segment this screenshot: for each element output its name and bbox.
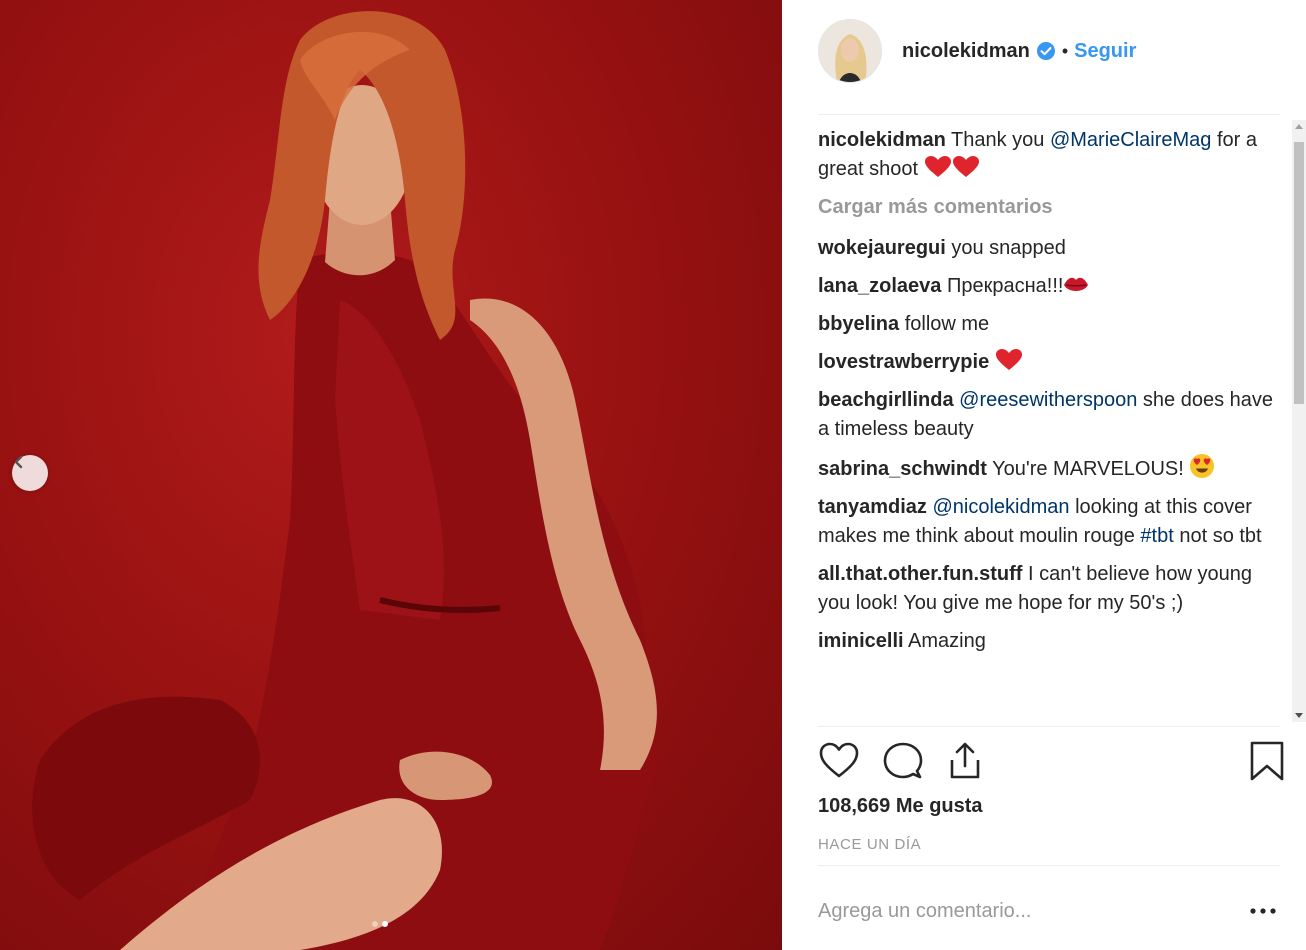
header-separator: • — [1061, 40, 1069, 61]
carousel-indicator — [372, 921, 388, 927]
hashtag-link[interactable]: #tbt — [1140, 525, 1173, 547]
scroll-up-arrow-icon[interactable] — [1295, 124, 1303, 129]
comment: all.that.other.fun.stuff I can't believe… — [818, 560, 1280, 618]
caption: nicolekidman Thank you @MarieClaireMag f… — [818, 126, 1280, 184]
comment-text: Прекрасна!!! — [946, 275, 1064, 297]
caption-text: Thank you — [951, 129, 1045, 151]
save-bookmark-icon[interactable] — [1246, 740, 1288, 782]
comment: beachgirllinda @reesewitherspoon she doe… — [818, 386, 1280, 444]
comment-text: not so tbt — [1179, 525, 1262, 547]
divider — [818, 114, 1280, 115]
carousel-prev-button[interactable] — [12, 455, 48, 491]
comment-text: You're MARVELOUS! — [992, 458, 1184, 480]
more-options-icon[interactable] — [1248, 900, 1278, 922]
post-side-panel: nicolekidman • Seguir nicolekidman Thank… — [782, 0, 1306, 950]
carousel-dot-active — [382, 921, 388, 927]
avatar[interactable] — [818, 19, 882, 83]
comment-username[interactable]: lovestrawberrypie — [818, 351, 989, 373]
red-heart-icon — [952, 156, 979, 177]
divider — [818, 865, 1280, 866]
comment-username[interactable]: sabrina_schwindt — [818, 458, 987, 480]
like-heart-icon[interactable] — [818, 740, 860, 782]
comment-username[interactable]: nicolekidman — [818, 129, 946, 151]
mention-link[interactable]: @nicolekidman — [933, 496, 1070, 518]
follow-button[interactable]: Seguir — [1074, 40, 1136, 63]
comment-username[interactable]: beachgirllinda — [818, 389, 954, 411]
heart-eyes-icon — [1190, 454, 1215, 478]
comment: wokejauregui you snapped — [818, 234, 1280, 263]
avatar-image — [819, 20, 881, 82]
red-heart-icon — [924, 156, 951, 177]
verified-badge-icon — [1036, 42, 1055, 60]
comment-username[interactable]: tanyamdiaz — [818, 496, 927, 518]
comment-username[interactable]: bbyelina — [818, 313, 899, 335]
post-photo[interactable] — [0, 0, 782, 950]
comment-text: you snapped — [951, 237, 1066, 259]
comments-scrollbar[interactable] — [1292, 120, 1306, 722]
red-heart-icon — [995, 349, 1022, 370]
post-header: nicolekidman • Seguir — [818, 16, 1280, 86]
mention-link[interactable]: @MarieClaireMag — [1050, 129, 1211, 151]
post-timestamp: HACE UN DÍA — [818, 836, 922, 853]
add-comment-input[interactable]: Agrega un comentario... — [818, 900, 1218, 923]
carousel-dot — [372, 921, 378, 927]
mention-link[interactable]: @reesewitherspoon — [959, 389, 1137, 411]
comment-username[interactable]: lana_zolaeva — [818, 275, 941, 297]
kiss-lips-icon — [1064, 277, 1089, 291]
comment-username[interactable]: iminicelli — [818, 630, 904, 652]
chevron-left-icon — [14, 455, 23, 469]
comment: bbyelina follow me — [818, 310, 1280, 339]
divider — [818, 726, 1280, 727]
comment-username[interactable]: wokejauregui — [818, 237, 946, 259]
comment: lovestrawberrypie — [818, 348, 1280, 377]
comments-list: nicolekidman Thank you @MarieClaireMag f… — [818, 126, 1280, 723]
photo-illustration — [32, 11, 660, 950]
share-icon[interactable] — [944, 740, 986, 782]
comment-username[interactable]: all.that.other.fun.stuff — [818, 563, 1022, 585]
like-count[interactable]: 108,669 Me gusta — [818, 795, 983, 818]
comment-bubble-icon[interactable] — [882, 740, 924, 782]
comment: lana_zolaeva Прекрасна!!! — [818, 272, 1280, 301]
scrollbar-thumb[interactable] — [1294, 142, 1304, 404]
comment: iminicelli Amazing — [818, 627, 1280, 656]
comment: sabrina_schwindt You're MARVELOUS! — [818, 453, 1280, 484]
post-author-username[interactable]: nicolekidman — [902, 40, 1030, 63]
load-more-comments-button[interactable]: Cargar más comentarios — [818, 193, 1280, 222]
scroll-down-arrow-icon[interactable] — [1295, 713, 1303, 718]
comment-text: follow me — [904, 313, 990, 335]
comment: tanyamdiaz @nicolekidman looking at this… — [818, 493, 1280, 551]
post-actions — [818, 740, 1284, 784]
comment-text: Amazing — [908, 630, 986, 652]
